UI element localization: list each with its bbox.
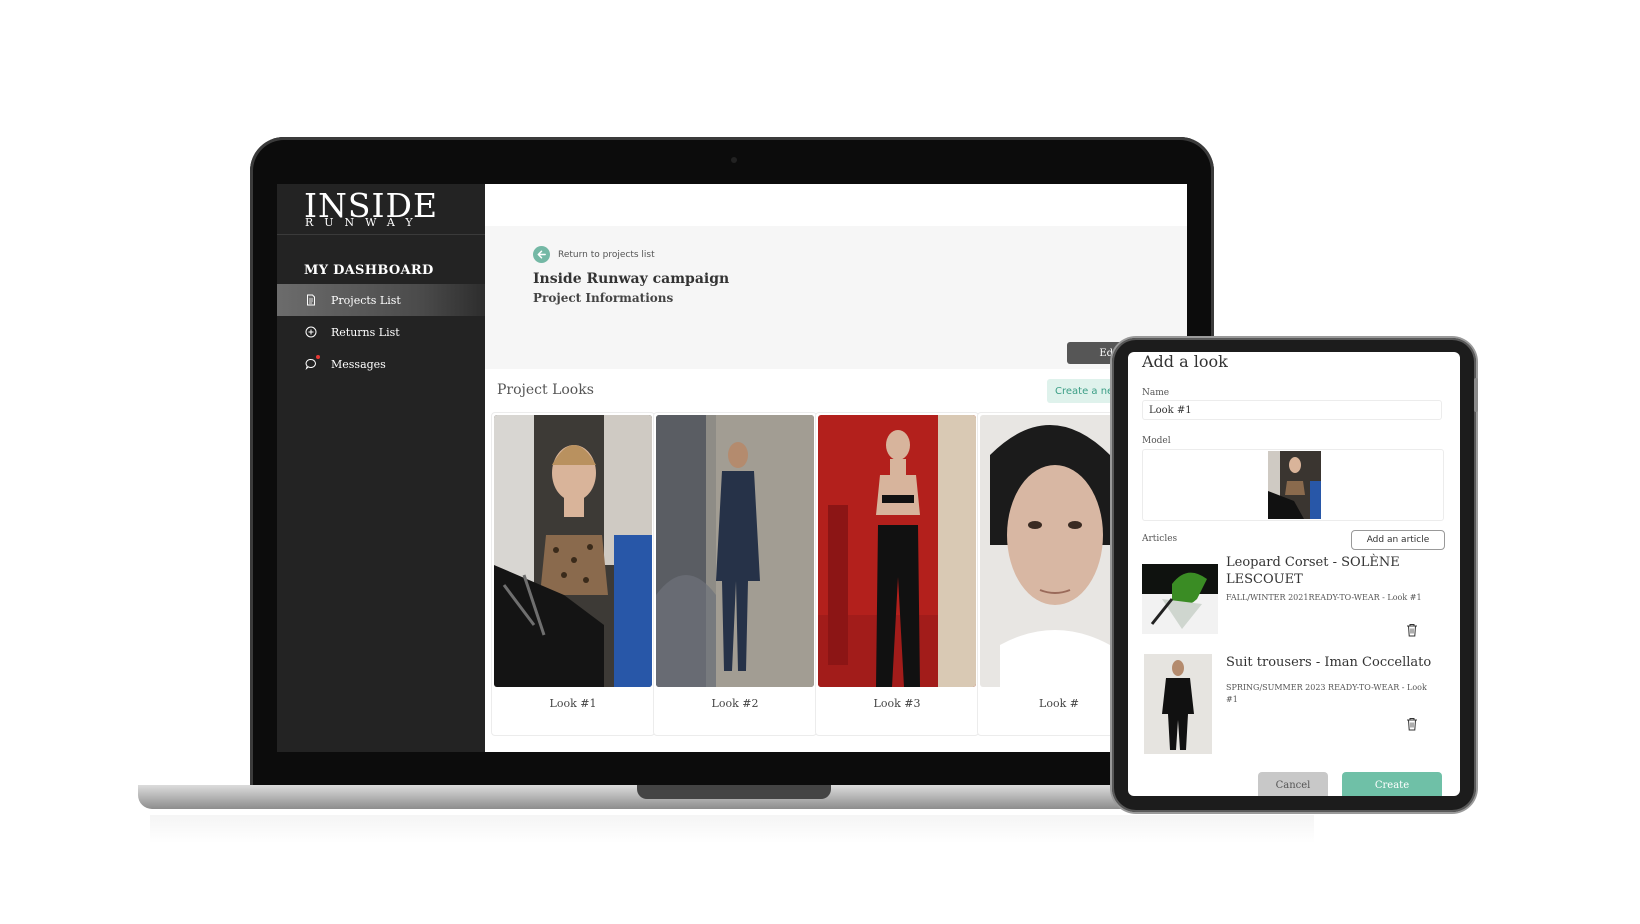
document-icon <box>305 294 317 306</box>
add-look-modal: Add a look Name Look #1 Model Articles A… <box>1128 352 1460 796</box>
sidebar-item-label: Returns List <box>331 325 400 339</box>
top-bar <box>485 184 1187 226</box>
article-item: Leopard Corset - SOLÈNE LESCOUET FALL/WI… <box>1142 554 1442 644</box>
article-item: Suit trousers - Iman Coccellato SPRING/S… <box>1142 654 1442 756</box>
notification-dot <box>316 355 320 359</box>
look-photo <box>494 415 652 687</box>
sidebar-item-projects-list[interactable]: Projects List <box>277 284 485 316</box>
tablet-side-button <box>1474 378 1478 412</box>
article-name: Suit trousers - Iman Coccellato <box>1226 655 1432 670</box>
look-photo <box>818 415 976 687</box>
article-photo <box>1142 564 1218 634</box>
look-card[interactable]: Look #3 <box>815 412 979 736</box>
sidebar-item-messages[interactable]: Messages <box>277 348 485 380</box>
modal-title: Add a look <box>1142 352 1228 371</box>
name-label: Name <box>1142 388 1170 398</box>
look-label: Look #2 <box>711 697 759 710</box>
arrow-left-icon <box>533 246 550 263</box>
laptop-screen: INSIDE RUNWAY MY DASHBOARD Projects List… <box>277 184 1187 752</box>
trash-icon[interactable] <box>1406 716 1418 731</box>
sidebar-item-returns-list[interactable]: Returns List <box>277 316 485 348</box>
plus-circle-icon <box>305 326 317 338</box>
create-button[interactable]: Create <box>1342 772 1442 796</box>
model-label: Model <box>1142 436 1171 446</box>
chat-bubble-icon <box>305 355 320 370</box>
laptop-notch <box>637 785 831 799</box>
articles-label: Articles <box>1142 534 1178 544</box>
trash-icon[interactable] <box>1406 622 1418 637</box>
dashboard-title: MY DASHBOARD <box>304 263 434 278</box>
project-looks-title: Project Looks <box>497 382 594 398</box>
look-card[interactable]: Look #2 <box>653 412 817 736</box>
model-picker[interactable] <box>1142 449 1444 521</box>
article-meta: FALL/WINTER 2021READY-TO-WEAR - Look #1 <box>1226 593 1422 602</box>
article-name: Leopard Corset - SOLÈNE LESCOUET <box>1226 555 1400 587</box>
sidebar: INSIDE RUNWAY MY DASHBOARD Projects List… <box>277 184 485 752</box>
name-input[interactable]: Look #1 <box>1142 400 1442 420</box>
laptop-reflection <box>150 815 1314 843</box>
logo-sub-text: RUNWAY <box>305 216 424 229</box>
project-subtitle: Project Informations <box>533 291 674 305</box>
project-header: Return to projects list Inside Runway ca… <box>485 226 1187 369</box>
look-label: Look #1 <box>549 697 597 710</box>
cancel-button[interactable]: Cancel <box>1258 772 1328 796</box>
article-meta: SPRING/SUMMER 2023 READY-TO-WEAR - Look … <box>1226 683 1427 704</box>
return-to-projects-link[interactable]: Return to projects list <box>533 246 655 263</box>
back-link-label: Return to projects list <box>558 249 655 260</box>
brand-logo[interactable]: INSIDE RUNWAY <box>277 184 485 235</box>
look-card[interactable]: Look #1 <box>491 412 655 736</box>
article-photo <box>1144 654 1212 754</box>
model-thumbnail <box>1268 451 1321 519</box>
sidebar-item-label: Projects List <box>331 293 401 307</box>
laptop-camera <box>731 157 737 163</box>
project-title: Inside Runway campaign <box>533 271 730 287</box>
add-article-button[interactable]: Add an article <box>1351 530 1445 550</box>
sidebar-item-label: Messages <box>331 357 386 371</box>
look-photo <box>656 415 814 687</box>
look-label: Look #3 <box>873 697 921 710</box>
